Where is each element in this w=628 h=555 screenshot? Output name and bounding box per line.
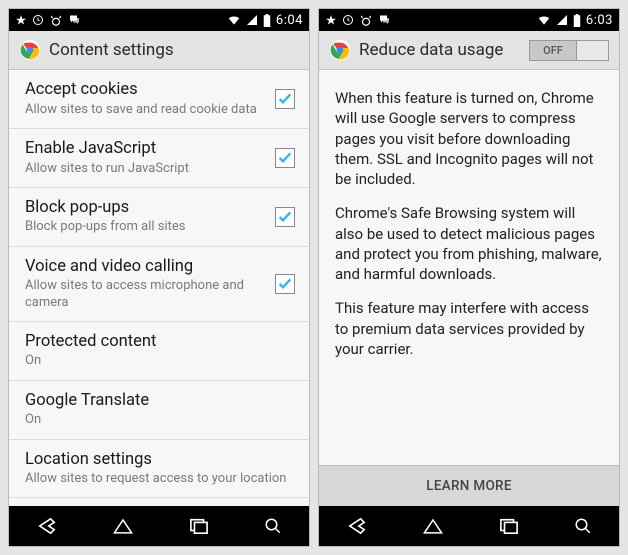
checkmark-icon xyxy=(277,91,293,107)
signal-icon xyxy=(556,14,568,26)
chat-icon xyxy=(68,14,81,26)
status-left xyxy=(15,14,81,26)
recents-icon[interactable] xyxy=(498,517,520,535)
setting-subtitle: Allow sites to save and read cookie data xyxy=(25,102,265,118)
checkbox[interactable] xyxy=(275,89,295,109)
cyanogenmod-icon xyxy=(359,14,373,26)
settings-list[interactable]: Accept cookiesAllow sites to save and re… xyxy=(9,70,309,506)
page-title: Reduce data usage xyxy=(359,40,521,60)
setting-text: Block pop-upsBlock pop-ups from all site… xyxy=(25,198,265,236)
body-content: When this feature is turned on, Chrome w… xyxy=(319,70,619,465)
setting-row[interactable]: Google TranslateOn xyxy=(9,381,309,440)
phone-left: 6:04 Content settings Accept cookiesAllo… xyxy=(8,8,310,547)
star-icon xyxy=(15,14,27,26)
status-bar: 6:04 xyxy=(9,9,309,31)
search-icon[interactable] xyxy=(573,517,593,535)
clock-text: 6:03 xyxy=(586,13,613,28)
setting-row[interactable]: Website settingsAdvanced settings for in… xyxy=(9,498,309,506)
setting-title: Enable JavaScript xyxy=(25,139,265,160)
page-title: Content settings xyxy=(49,40,299,60)
toggle-label: OFF xyxy=(530,41,576,60)
checkbox[interactable] xyxy=(275,274,295,294)
setting-text: Location settingsAllow sites to request … xyxy=(25,450,295,488)
setting-subtitle: Allow sites to run JavaScript xyxy=(25,161,265,177)
back-icon[interactable] xyxy=(36,517,58,535)
clock-text: 6:04 xyxy=(276,13,303,28)
info-paragraph: When this feature is turned on, Chrome w… xyxy=(335,88,603,189)
wifi-icon xyxy=(227,14,241,26)
nav-bar xyxy=(9,506,309,546)
battery-icon xyxy=(263,14,271,27)
status-right: 6:03 xyxy=(537,13,613,28)
setting-subtitle: On xyxy=(25,412,295,428)
setting-text: Google TranslateOn xyxy=(25,391,295,429)
setting-row[interactable]: Accept cookiesAllow sites to save and re… xyxy=(9,70,309,129)
setting-title: Google Translate xyxy=(25,391,295,412)
app-header: Reduce data usage OFF xyxy=(319,31,619,70)
setting-title: Location settings xyxy=(25,450,295,471)
back-icon[interactable] xyxy=(346,517,368,535)
checkmark-icon xyxy=(277,209,293,225)
status-left xyxy=(325,14,391,26)
setting-row[interactable]: Enable JavaScriptAllow sites to run Java… xyxy=(9,129,309,188)
setting-subtitle: Allow sites to access microphone and cam… xyxy=(25,278,265,311)
learn-more-label: LEARN MORE xyxy=(426,478,512,494)
setting-text: Accept cookiesAllow sites to save and re… xyxy=(25,80,265,118)
setting-row[interactable]: Block pop-upsBlock pop-ups from all site… xyxy=(9,188,309,247)
search-icon[interactable] xyxy=(263,517,283,535)
toggle-knob xyxy=(576,41,608,60)
home-icon[interactable] xyxy=(111,517,135,535)
phone-right: 6:03 Reduce data usage OFF When this fea… xyxy=(318,8,620,547)
setting-title: Accept cookies xyxy=(25,80,265,101)
setting-row[interactable]: Voice and video callingAllow sites to ac… xyxy=(9,247,309,322)
star-icon xyxy=(325,14,337,26)
setting-text: Protected contentOn xyxy=(25,332,295,370)
app-header: Content settings xyxy=(9,31,309,70)
toggle-off[interactable]: OFF xyxy=(529,40,609,61)
setting-text: Enable JavaScriptAllow sites to run Java… xyxy=(25,139,265,177)
setting-row[interactable]: Protected contentOn xyxy=(9,322,309,381)
checkmark-icon xyxy=(277,150,293,166)
home-icon[interactable] xyxy=(421,517,445,535)
setting-text: Voice and video callingAllow sites to ac… xyxy=(25,257,265,311)
wifi-icon xyxy=(537,14,551,26)
status-right: 6:04 xyxy=(227,13,303,28)
setting-subtitle: On xyxy=(25,353,295,369)
info-paragraph: This feature may interfere with access t… xyxy=(335,298,603,359)
checkbox[interactable] xyxy=(275,148,295,168)
setting-title: Block pop-ups xyxy=(25,198,265,219)
info-paragraph: Chrome's Safe Browsing system will also … xyxy=(335,203,603,284)
nav-bar xyxy=(319,506,619,546)
chat-icon xyxy=(378,14,391,26)
checkmark-icon xyxy=(277,276,293,292)
chrome-icon xyxy=(329,39,351,61)
setting-title: Protected content xyxy=(25,332,295,353)
clock-icon xyxy=(32,14,44,26)
battery-icon xyxy=(573,14,581,27)
learn-more-button[interactable]: LEARN MORE xyxy=(319,465,619,506)
clock-icon xyxy=(342,14,354,26)
recents-icon[interactable] xyxy=(188,517,210,535)
setting-row[interactable]: Location settingsAllow sites to request … xyxy=(9,440,309,499)
setting-subtitle: Allow sites to request access to your lo… xyxy=(25,471,295,487)
setting-subtitle: Block pop-ups from all sites xyxy=(25,219,265,235)
signal-icon xyxy=(246,14,258,26)
cyanogenmod-icon xyxy=(49,14,63,26)
checkbox[interactable] xyxy=(275,207,295,227)
status-bar: 6:03 xyxy=(319,9,619,31)
setting-title: Voice and video calling xyxy=(25,257,265,278)
chrome-icon xyxy=(19,39,41,61)
